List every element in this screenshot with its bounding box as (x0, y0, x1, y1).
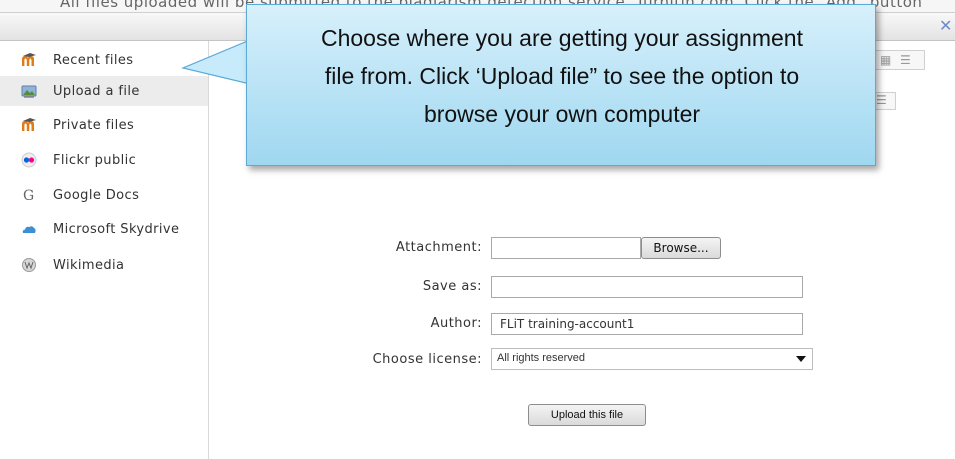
flickr-icon (21, 152, 37, 168)
callout-line: file from. Click ‘Upload file” to see th… (324, 63, 800, 89)
callout-line: browse your own computer (423, 101, 701, 127)
list-view-icon[interactable]: ☰ (900, 53, 911, 67)
sidebar-item-label: Private files (53, 118, 135, 133)
upload-this-file-button[interactable]: Upload this file (528, 404, 646, 426)
close-icon[interactable]: ✕ (939, 18, 955, 34)
save-as-field[interactable] (491, 276, 803, 298)
upload-icon (21, 85, 37, 98)
sidebar-item-flickr-public[interactable]: Flickr public (0, 145, 208, 175)
sidebar-item-google-docs[interactable]: G Google Docs (0, 180, 208, 210)
sidebar-item-label: Flickr public (53, 153, 137, 168)
instruction-callout: Choose where you are getting your assign… (246, 4, 876, 166)
attachment-label: Attachment: (395, 240, 482, 255)
tree-view-icon: ☰ (876, 93, 887, 107)
repository-sidebar: Recent files Upload a file Private files (0, 41, 209, 459)
license-label: Choose license: (372, 352, 482, 367)
sidebar-item-upload-a-file[interactable]: Upload a file (0, 76, 208, 106)
license-select[interactable]: All rights reserved (491, 348, 813, 370)
browse-button[interactable]: Browse... (641, 237, 721, 259)
sidebar-item-label: Upload a file (53, 84, 140, 99)
callout-line: Choose where you are getting your assign… (320, 25, 803, 51)
wikimedia-icon (22, 258, 36, 272)
moodle-icon (22, 118, 36, 131)
callout-pointer (181, 39, 251, 85)
grid-view-icon[interactable]: ▦ (880, 53, 891, 67)
chevron-down-icon (796, 356, 806, 362)
google-icon: G (23, 188, 34, 203)
author-label: Author: (430, 316, 482, 331)
sidebar-item-recent-files[interactable]: Recent files (0, 45, 208, 75)
sidebar-item-label: Wikimedia (53, 258, 125, 273)
save-as-label: Save as: (422, 279, 482, 294)
skydrive-icon (22, 226, 36, 233)
sidebar-item-wikimedia[interactable]: Wikimedia (0, 250, 208, 280)
author-field[interactable]: FLiT training-account1 (491, 313, 803, 335)
license-selected-value: All rights reserved (497, 352, 586, 364)
sidebar-item-label: Google Docs (53, 188, 140, 203)
callout-text: Choose where you are getting your assign… (247, 19, 877, 133)
sidebar-item-label: Recent files (53, 53, 134, 68)
attachment-field[interactable] (491, 237, 641, 259)
sidebar-item-microsoft-skydrive[interactable]: Microsoft Skydrive (0, 214, 208, 244)
moodle-icon (22, 53, 36, 66)
sidebar-item-label: Microsoft Skydrive (53, 222, 180, 237)
svg-text:G: G (23, 188, 34, 203)
sidebar-item-private-files[interactable]: Private files (0, 110, 208, 140)
view-toggle-group[interactable]: ▦ ☰ (875, 50, 925, 70)
